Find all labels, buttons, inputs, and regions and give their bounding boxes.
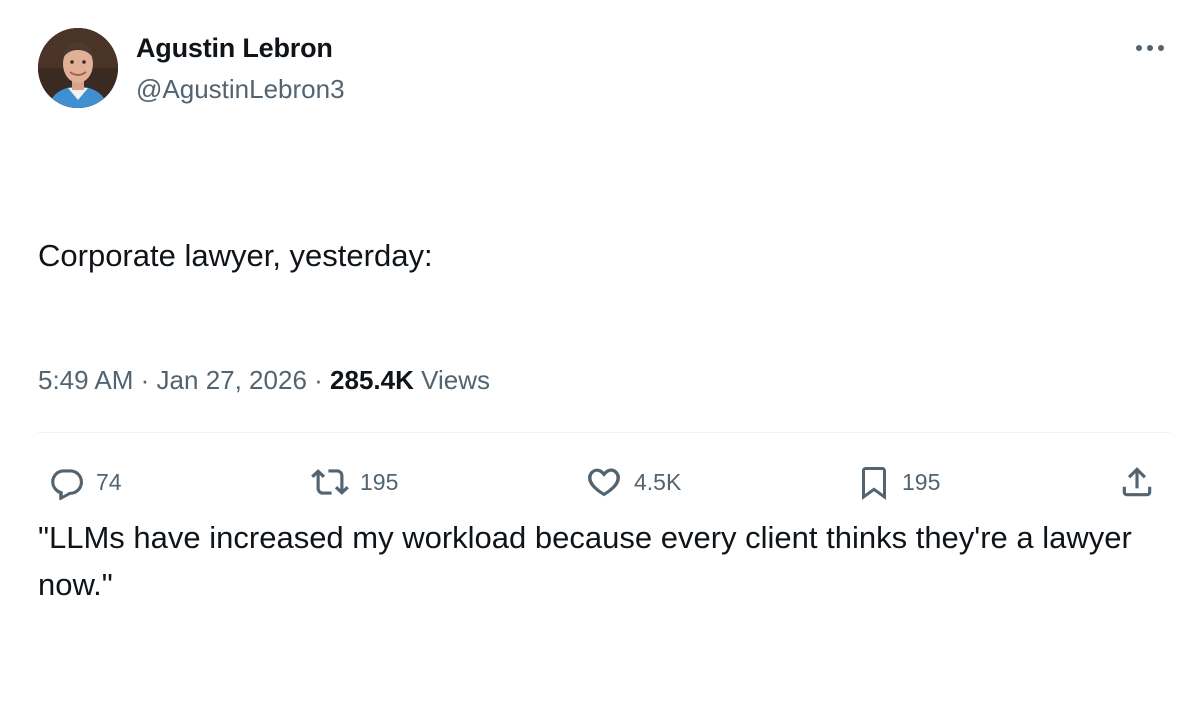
bookmark-icon	[862, 467, 886, 500]
divider	[38, 432, 1170, 433]
more-options-button[interactable]	[1130, 34, 1170, 62]
retweet-count: 195	[360, 468, 399, 495]
views-count[interactable]: 285.4K	[330, 365, 414, 395]
meta-separator: ·	[314, 365, 323, 395]
retweet-button[interactable]: 195	[310, 462, 398, 502]
reply-button[interactable]: 74	[48, 462, 122, 502]
author-name[interactable]: Agustin Lebron	[136, 30, 333, 66]
author-handle[interactable]: @AgustinLebron3	[136, 71, 345, 107]
heart-icon	[588, 468, 620, 497]
like-button[interactable]: 4.5K	[584, 462, 681, 502]
tweet-text-line: Corporate lawyer, yesterday:	[38, 238, 433, 273]
tweet-card: Agustin Lebron @AgustinLebron3 Corporate…	[0, 0, 1204, 602]
avatar-photo	[38, 28, 118, 108]
reply-count: 74	[96, 468, 122, 495]
tweet-date[interactable]: Jan 27, 2026	[157, 365, 307, 395]
tweet-meta: 5:49 AM · Jan 27, 2026 · 285.4K Views	[38, 362, 490, 398]
tweet-quote: "LLMs have increased my workload because…	[38, 520, 1141, 602]
tweet-text: Corporate lawyer, yesterday: "LLMs have …	[38, 138, 1173, 702]
retweet-icon	[311, 469, 349, 495]
views-label: Views	[421, 365, 491, 395]
more-dots-icon	[1136, 45, 1164, 51]
bookmark-button[interactable]: 195	[856, 462, 940, 502]
like-count: 4.5K	[634, 468, 682, 495]
share-button[interactable]	[1118, 462, 1156, 502]
bookmark-count: 195	[902, 468, 941, 495]
tweet-time[interactable]: 5:49 AM	[38, 365, 133, 395]
avatar[interactable]	[38, 28, 118, 108]
reply-icon	[51, 469, 83, 501]
meta-separator: ·	[140, 365, 150, 395]
share-icon	[1122, 467, 1152, 497]
